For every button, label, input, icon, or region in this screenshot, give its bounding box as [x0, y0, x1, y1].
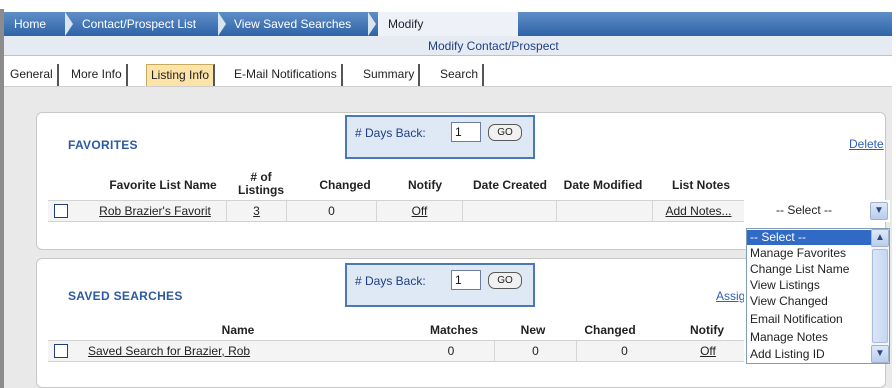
- favorite-list-name-link[interactable]: Rob Brazier's Favorit: [84, 201, 226, 221]
- listings-count-link[interactable]: 3: [226, 201, 286, 221]
- days-back-label: # Days Back:: [355, 126, 426, 140]
- days-back-input[interactable]: 1: [451, 122, 481, 142]
- date-modified-value: [556, 201, 652, 221]
- tab-more-info[interactable]: More Info: [67, 64, 128, 86]
- dropdown-option[interactable]: Manage Favorites: [747, 246, 871, 261]
- breadcrumb-contact-list[interactable]: Contact/Prospect List: [74, 12, 196, 36]
- dropdown-option[interactable]: Add Listing ID: [747, 347, 871, 362]
- favorites-days-back-box: # Days Back: 1 GO: [345, 115, 535, 159]
- dropdown-option[interactable]: Change List Name: [747, 262, 871, 277]
- col-date-created: Date Created: [472, 178, 548, 192]
- col-changed: Changed: [319, 178, 371, 192]
- matches-count: 0: [447, 344, 455, 358]
- tab-email-notifications[interactable]: E-Mail Notifications: [230, 64, 343, 86]
- col-list-notes: List Notes: [671, 178, 730, 192]
- dropdown-scrollbar[interactable]: ▲ ▼: [871, 229, 889, 363]
- col-name: Name: [221, 323, 255, 337]
- dropdown-option[interactable]: Manage Notes: [747, 330, 871, 345]
- dropdown-option[interactable]: View Changed: [747, 294, 871, 309]
- page-title: Modify Contact/Prospect: [428, 39, 559, 53]
- favorite-action-select[interactable]: -- Select -- ▼: [746, 200, 890, 222]
- dropdown-option[interactable]: Email Notification: [747, 312, 871, 327]
- table-row[interactable]: Rob Brazier's Favorit 3 0 Off Add Notes.…: [48, 200, 744, 222]
- saved-searches-title: SAVED SEARCHES: [68, 289, 183, 303]
- col-listings-line1: # of: [250, 170, 272, 184]
- col-listings-line2: Listings: [237, 183, 284, 197]
- dropdown-option[interactable]: View Listings: [747, 278, 871, 293]
- chevron-up-icon[interactable]: ▲: [871, 229, 889, 247]
- col-matches: Matches: [429, 323, 479, 337]
- go-button[interactable]: GO: [488, 272, 522, 289]
- page-subheader: Modify Contact/Prospect: [4, 36, 892, 56]
- chevron-down-icon[interactable]: ▼: [870, 202, 888, 220]
- days-back-input[interactable]: 1: [451, 270, 481, 290]
- table-row[interactable]: Saved Search for Brazier, Rob 0 0 0 Off: [48, 340, 744, 362]
- saved-search-name-link[interactable]: Saved Search for Brazier, Rob: [84, 341, 274, 361]
- add-notes-link[interactable]: Add Notes...: [652, 201, 744, 221]
- col-favorite-list-name: Favorite List Name: [109, 178, 217, 192]
- dropdown-option[interactable]: -- Select --: [747, 230, 871, 245]
- row-checkbox[interactable]: [54, 204, 68, 218]
- favorites-title: FAVORITES: [68, 138, 138, 152]
- tab-general[interactable]: General: [6, 64, 59, 86]
- days-back-label: # Days Back:: [355, 274, 426, 288]
- notify-toggle-link[interactable]: Off: [376, 201, 462, 221]
- tab-summary[interactable]: Summary: [359, 64, 421, 86]
- go-button[interactable]: GO: [488, 124, 522, 141]
- breadcrumb-current: Modify Contact/Prospect: [378, 12, 518, 55]
- new-count: 0: [494, 341, 576, 361]
- col-new: New: [520, 323, 546, 337]
- changed-count: 0: [286, 201, 376, 221]
- changed-count: 0: [576, 341, 672, 361]
- scrollbar-thumb[interactable]: [872, 249, 888, 343]
- notify-toggle-link[interactable]: Off: [672, 341, 744, 361]
- col-changed: Changed: [584, 323, 636, 337]
- tab-listing-info[interactable]: Listing Info: [146, 64, 216, 86]
- breadcrumb-home[interactable]: Home: [6, 12, 46, 36]
- saved-days-back-box: # Days Back: 1 GO: [345, 263, 535, 307]
- chevron-down-icon[interactable]: ▼: [871, 345, 889, 363]
- delete-link[interactable]: Delete: [849, 137, 884, 151]
- col-date-modified: Date Modified: [563, 178, 643, 192]
- tab-bar: General More Info Listing Info E-Mail No…: [4, 56, 892, 86]
- breadcrumb-saved-searches[interactable]: View Saved Searches: [226, 12, 351, 36]
- favorite-action-dropdown[interactable]: -- Select -- Manage Favorites Change Lis…: [746, 228, 890, 364]
- assign-link[interactable]: Assig: [716, 289, 744, 303]
- col-notify: Notify: [690, 323, 724, 337]
- breadcrumb: Home Contact/Prospect List View Saved Se…: [4, 12, 892, 55]
- col-notify: Notify: [408, 178, 442, 192]
- window-top-edge: [0, 0, 896, 9]
- select-value: -- Select --: [776, 203, 833, 217]
- date-created-value: [462, 201, 556, 221]
- row-checkbox[interactable]: [54, 344, 68, 358]
- tab-search[interactable]: Search: [436, 64, 485, 86]
